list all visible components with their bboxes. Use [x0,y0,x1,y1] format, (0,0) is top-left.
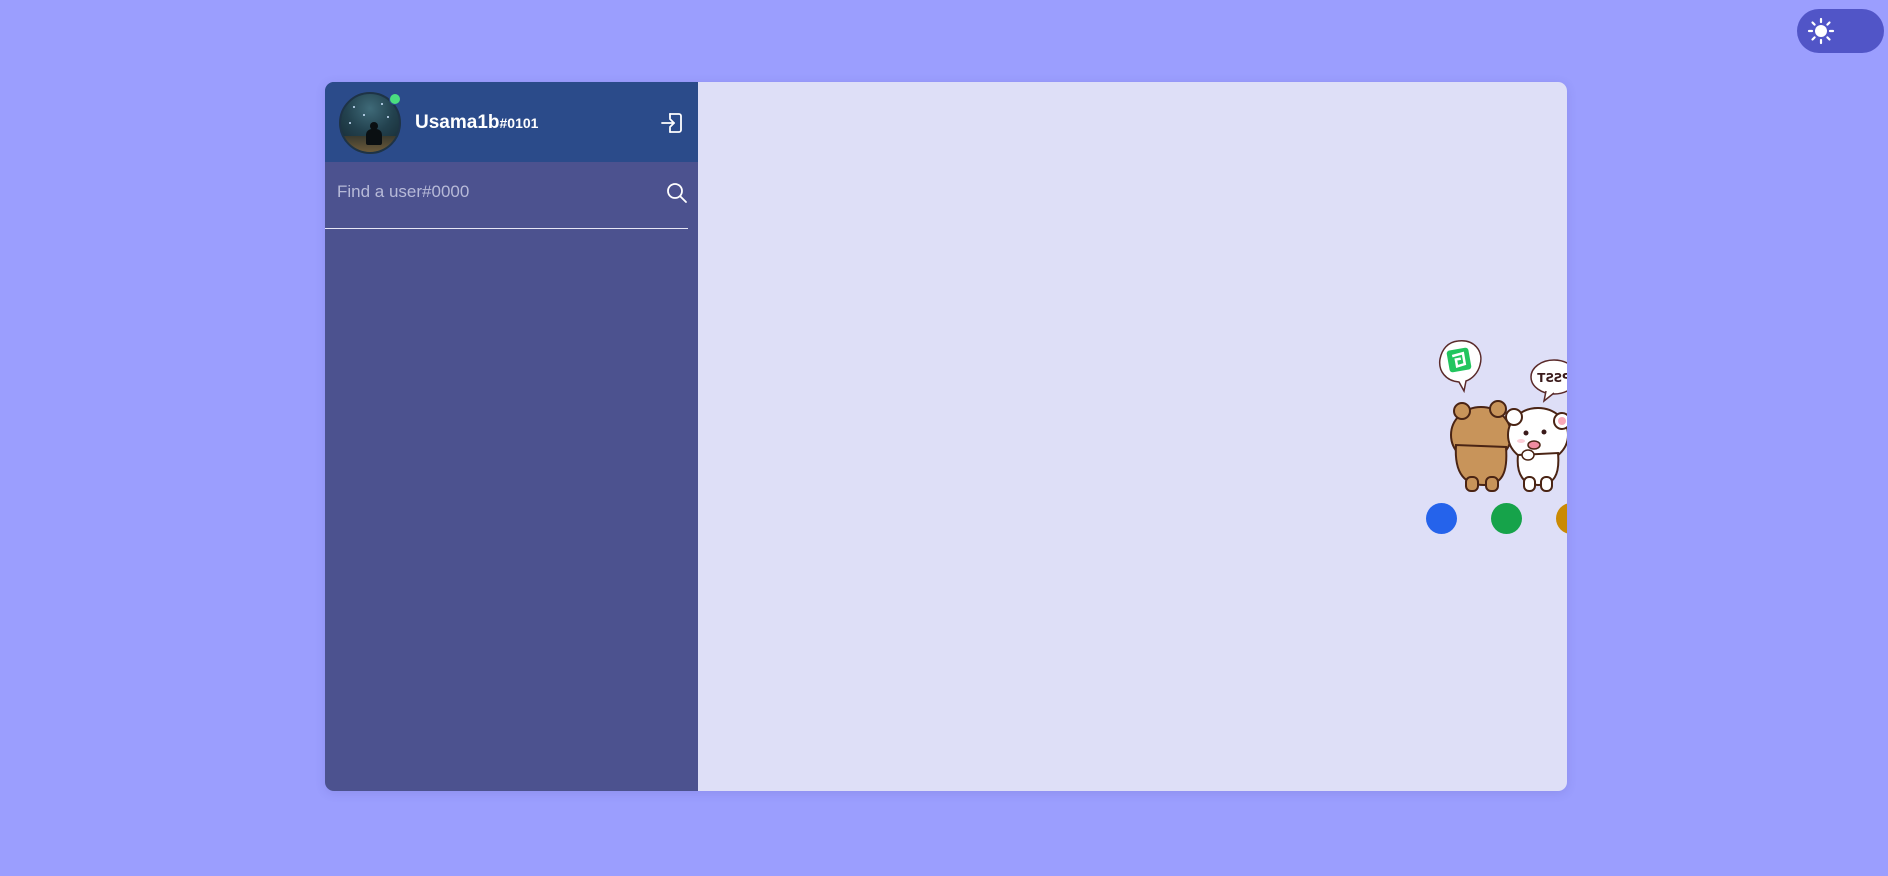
sidebar: Usama1b#0101 [325,82,698,791]
search-input[interactable] [335,176,659,208]
profile-bar: Usama1b#0101 [325,82,698,162]
chat-app: Usama1b#0101 Find a user#0000 PSST [325,82,1567,791]
chat-main-panel: PSST [698,82,1567,791]
username-tag: #0101 [499,115,539,131]
loading-dot-blue [1426,503,1457,534]
psst-bubble-text: PSST [1536,371,1567,385]
online-status-indicator [389,93,401,105]
search-bar [325,162,688,229]
loading-dot-orange [1556,503,1567,534]
loading-dot-green [1491,503,1522,534]
theme-toggle[interactable] [1797,9,1884,53]
sun-icon [1807,17,1835,45]
search-icon[interactable] [665,181,689,205]
username: Usama1b#0101 [415,112,538,134]
logout-icon[interactable] [660,111,684,135]
username-name: Usama1b [415,112,500,133]
bears-whisper-sticker: PSST [1438,340,1567,492]
